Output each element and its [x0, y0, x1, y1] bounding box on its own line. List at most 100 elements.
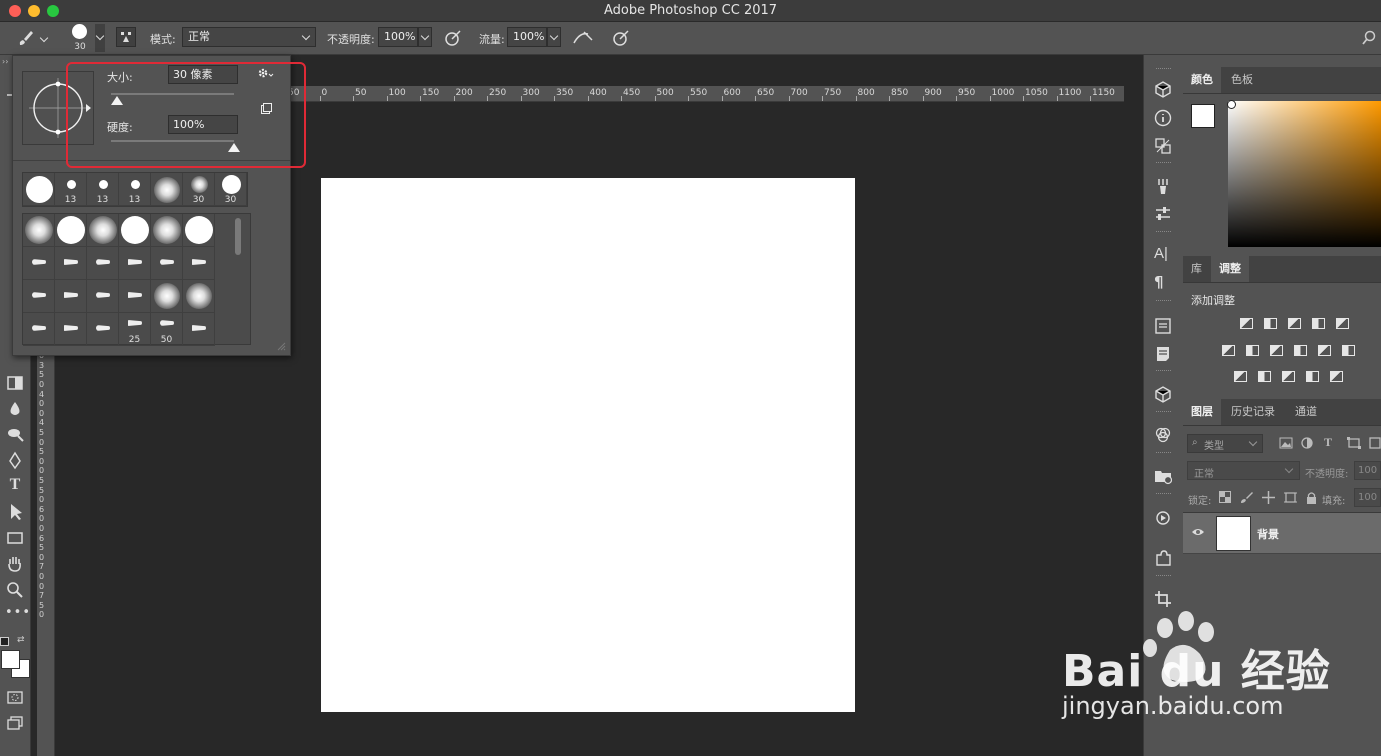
color-balance-icon[interactable] — [1245, 344, 1261, 358]
recent-brush-preset[interactable] — [23, 173, 55, 206]
vibrance-icon[interactable] — [1335, 317, 1351, 331]
recent-brush-preset[interactable]: 13 — [55, 173, 87, 206]
black-white-icon[interactable] — [1269, 344, 1285, 358]
lock-artboard-icon[interactable] — [1284, 491, 1297, 504]
filter-type-icon[interactable]: T — [1324, 435, 1332, 450]
brush-settings-icon[interactable] — [1154, 177, 1172, 195]
search-icon[interactable] — [1361, 30, 1377, 46]
layer-opacity-input[interactable]: 100 — [1354, 461, 1381, 480]
posterize-icon[interactable] — [1257, 370, 1273, 384]
document-canvas[interactable] — [321, 178, 855, 712]
glyphs-icon[interactable] — [1154, 317, 1172, 335]
brush-preset[interactable] — [183, 313, 215, 346]
brush-preset[interactable] — [151, 280, 183, 313]
brush-picker-dropdown[interactable] — [95, 24, 105, 52]
blend-mode-select[interactable]: 正常 — [1187, 461, 1300, 480]
brush-preset-picker[interactable]: 30 — [66, 24, 94, 53]
character-icon[interactable]: A| — [1154, 245, 1172, 263]
blur-tool-icon[interactable] — [5, 399, 25, 419]
filter-smart-object-icon[interactable] — [1369, 437, 1381, 449]
color-picker-cursor[interactable] — [1227, 100, 1236, 109]
brush-preset[interactable] — [119, 214, 151, 247]
brush-preset[interactable] — [87, 280, 119, 313]
pressure-opacity-icon[interactable] — [443, 28, 463, 48]
brush-preset[interactable] — [55, 280, 87, 313]
tool-presets-icon[interactable] — [1154, 205, 1172, 223]
info-icon[interactable] — [1154, 109, 1172, 127]
brush-preset[interactable] — [23, 280, 55, 313]
threshold-icon[interactable] — [1281, 370, 1297, 384]
brush-preset[interactable] — [23, 247, 55, 280]
transform-icon[interactable] — [1154, 137, 1172, 155]
brush-preset[interactable] — [119, 280, 151, 313]
tool-preset-chevron-icon[interactable] — [39, 33, 49, 43]
selective-color-icon[interactable] — [1329, 370, 1345, 384]
fill-input[interactable]: 100 — [1354, 488, 1381, 507]
pen-tool-icon[interactable] — [5, 451, 25, 471]
rectangle-tool-icon[interactable] — [5, 528, 25, 548]
lock-pixels-icon[interactable] — [1240, 491, 1253, 504]
filter-adjustment-icon[interactable] — [1300, 437, 1314, 449]
brush-preset[interactable] — [119, 247, 151, 280]
panel-tab[interactable]: 图层 — [1183, 399, 1221, 425]
panel-tab[interactable]: 调整 — [1211, 256, 1249, 282]
layer-comps-icon[interactable] — [1154, 467, 1172, 485]
brush-preset[interactable] — [55, 313, 87, 346]
gradient-map-icon[interactable] — [1305, 370, 1321, 384]
type-tool-icon[interactable]: T — [5, 476, 25, 496]
mode-select[interactable]: 正常 — [182, 27, 316, 47]
channels-icon[interactable] — [1154, 426, 1172, 444]
gradient-tool-icon[interactable] — [5, 373, 25, 393]
paragraph-icon[interactable]: ¶ — [1154, 273, 1172, 291]
more-tools-icon[interactable]: ••• — [5, 605, 30, 625]
brush-preset[interactable] — [23, 313, 55, 346]
screen-mode-icon[interactable] — [5, 713, 25, 733]
recent-brush-preset[interactable]: 30 — [215, 173, 247, 206]
collapse-toolbar-icon[interactable]: ›› — [2, 57, 8, 66]
filter-shape-icon[interactable] — [1347, 437, 1361, 449]
lock-position-icon[interactable] — [1262, 491, 1275, 504]
channel-mixer-icon[interactable] — [1317, 344, 1333, 358]
brush-preset[interactable] — [55, 214, 87, 247]
color-lookup-icon[interactable] — [1341, 344, 1357, 358]
dodge-tool-icon[interactable] — [5, 425, 25, 445]
lock-transparent-icon[interactable] — [1219, 491, 1231, 503]
brush-preset[interactable] — [87, 214, 119, 247]
brush-preset[interactable] — [183, 214, 215, 247]
filter-pixel-icon[interactable] — [1279, 437, 1293, 449]
brush-preset[interactable] — [151, 214, 183, 247]
default-colors-icon[interactable] — [0, 637, 9, 646]
toggle-brush-panel-button[interactable] — [116, 27, 136, 47]
presets-scrollbar[interactable] — [235, 218, 241, 255]
panel-tab[interactable]: 色板 — [1223, 67, 1261, 93]
opacity-dropdown[interactable] — [418, 27, 432, 47]
levels-icon[interactable] — [1263, 317, 1279, 331]
invert-icon[interactable] — [1233, 370, 1249, 384]
brightness-contrast-icon[interactable] — [1239, 317, 1255, 331]
brush-preset[interactable] — [183, 247, 215, 280]
lock-all-icon[interactable] — [1306, 491, 1317, 504]
recent-brush-preset[interactable]: 13 — [119, 173, 151, 206]
actions-icon[interactable] — [1154, 509, 1172, 527]
zoom-tool-icon[interactable] — [5, 580, 25, 600]
panel-tab[interactable]: 历史记录 — [1223, 399, 1283, 425]
flow-input[interactable]: 100% — [507, 27, 547, 47]
flow-dropdown[interactable] — [547, 27, 561, 47]
crop-icon[interactable] — [1154, 590, 1172, 608]
3d-icon[interactable] — [1154, 385, 1172, 403]
brush-preset[interactable] — [183, 280, 215, 313]
hue-saturation-icon[interactable] — [1221, 344, 1237, 358]
curves-icon[interactable] — [1287, 317, 1303, 331]
brush-preset[interactable]: 25 — [119, 313, 151, 346]
photo-filter-icon[interactable] — [1293, 344, 1309, 358]
panel-tab[interactable]: 库 — [1183, 256, 1210, 282]
eye-icon[interactable] — [1191, 527, 1205, 537]
brush-preset[interactable]: 50 — [151, 313, 183, 346]
brush-tool-icon[interactable] — [17, 29, 35, 47]
opacity-input[interactable]: 100% — [378, 27, 418, 47]
exposure-icon[interactable] — [1311, 317, 1327, 331]
airbrush-icon[interactable] — [572, 28, 594, 48]
recent-brush-preset[interactable]: 30 — [183, 173, 215, 206]
hand-tool-icon[interactable] — [5, 554, 25, 574]
recent-brush-preset[interactable] — [151, 173, 183, 206]
